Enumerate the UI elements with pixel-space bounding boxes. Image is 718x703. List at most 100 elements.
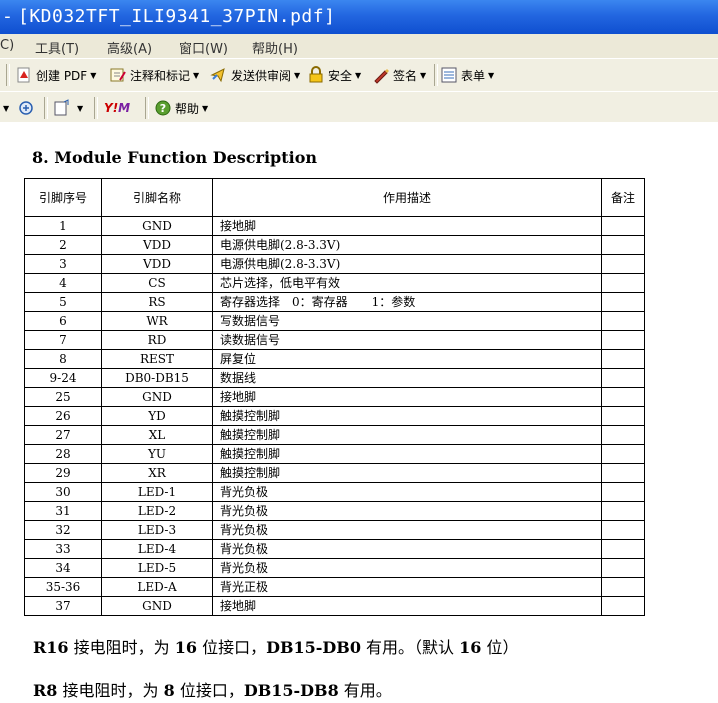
pin-remarks-cell (601, 235, 645, 255)
svg-text:?: ? (160, 102, 166, 115)
create-pdf-button[interactable]: 创建 PDF ▼ (15, 64, 96, 86)
security-label: 安全 (328, 68, 353, 83)
toolbar-separator (145, 97, 149, 119)
pin-name-cell: VDD (101, 254, 213, 274)
table-row: 29 XR 触摸控制脚 (24, 463, 645, 483)
table-row: 27 XL 触摸控制脚 (24, 425, 645, 445)
table-row: 28 YU 触摸控制脚 (24, 444, 645, 464)
forms-label: 表单 (461, 68, 486, 83)
pin-name-cell: VDD (101, 235, 213, 255)
pin-remarks-cell (601, 387, 645, 407)
note-text: 有用。（默认 (360, 638, 460, 657)
note-text: 接电阻时，为 (68, 638, 175, 657)
pin-number-cell: 31 (24, 501, 102, 521)
chevron-down-icon: ▼ (202, 103, 209, 113)
pin-name-cell: REST (101, 349, 213, 369)
menu-item-help[interactable]: 帮助(H) (252, 38, 298, 57)
pin-description-cell: 触摸控制脚 (212, 406, 602, 426)
pin-number-cell: 28 (24, 444, 102, 464)
pin-description-cell: 触摸控制脚 (212, 463, 602, 483)
header-remarks: 备注 (601, 178, 645, 217)
pin-remarks-cell (601, 406, 645, 426)
table-row: 31 LED-2 背光负极 (24, 501, 645, 521)
forms-button[interactable]: 表单 ▼ (440, 64, 494, 86)
pin-remarks-cell (601, 349, 645, 369)
yahoo-logo-icon: Y!M (104, 101, 131, 115)
note-16bit: R16 接电阻时，为 16 位接口，DB15-DB0 有用。（默认 16 位） (33, 634, 519, 658)
note-text: R16 (33, 638, 69, 657)
table-row: 6 WR 写数据信号 (24, 311, 645, 331)
chevron-down-icon: ▼ (193, 70, 200, 80)
pin-description-cell: 触摸控制脚 (212, 444, 602, 464)
pin-remarks-cell (601, 311, 645, 331)
note-text: 位接口， (197, 638, 267, 657)
send-review-icon (210, 66, 228, 84)
pin-name-cell: GND (101, 216, 213, 236)
pin-description-cell: 数据线 (212, 368, 602, 388)
document-page[interactable]: 8. Module Function Description 引脚序号 引脚名称… (0, 122, 718, 703)
pin-number-cell: 26 (24, 406, 102, 426)
toolbar-grip[interactable] (6, 64, 10, 86)
table-row: 34 LED-5 背光负极 (24, 558, 645, 578)
pin-description-cell: 电源供电脚(2.8-3.3V) (212, 254, 602, 274)
pin-number-cell: 1 (24, 216, 102, 236)
menu-item-advanced[interactable]: 高级(A) (107, 38, 152, 57)
table-row: 35-36 LED-A 背光正极 (24, 577, 645, 597)
pin-remarks-cell (601, 520, 645, 540)
chevron-down-icon: ▼ (420, 70, 427, 80)
pin-name-cell: YU (101, 444, 213, 464)
note-text: 16 (459, 638, 482, 657)
help-label: 帮助 (175, 101, 200, 116)
pin-remarks-cell (601, 463, 645, 483)
window-title: [KD032TFT_ILI9341_37PIN.pdf] (18, 6, 336, 27)
menu-item-window[interactable]: 窗口(W) (179, 38, 228, 57)
menu-item-tools[interactable]: 工具(T) (35, 38, 79, 57)
pin-name-cell: RS (101, 292, 213, 312)
pin-name-cell: GND (101, 596, 213, 616)
page-layout-button[interactable]: ▼ (53, 97, 83, 119)
pin-description-cell: 背光正极 (212, 577, 602, 597)
sign-label: 签名 (393, 68, 418, 83)
pin-remarks-cell (601, 216, 645, 236)
help-button[interactable]: ? 帮助 ▼ (154, 97, 208, 119)
pin-number-cell: 25 (24, 387, 102, 407)
menu-bar: C) 工具(T) 高级(A) 窗口(W) 帮助(H) (0, 34, 718, 58)
chevron-down-icon: ▼ (90, 70, 97, 80)
pin-remarks-cell (601, 577, 645, 597)
pin-description-cell: 接地脚 (212, 596, 602, 616)
pin-description-cell: 接地脚 (212, 216, 602, 236)
pin-number-cell: 5 (24, 292, 102, 312)
note-8bit: R8 接电阻时，为 8 位接口，DB15-DB8 有用。 (33, 677, 392, 701)
table-row: 25 GND 接地脚 (24, 387, 645, 407)
pin-remarks-cell (601, 596, 645, 616)
pin-description-cell: 背光负极 (212, 520, 602, 540)
pin-number-cell: 8 (24, 349, 102, 369)
pin-number-cell: 27 (24, 425, 102, 445)
chevron-down-icon: ▼ (488, 70, 495, 80)
pin-name-cell: LED-5 (101, 558, 213, 578)
pin-number-cell: 29 (24, 463, 102, 483)
pin-name-cell: RD (101, 330, 213, 350)
page-layout-icon (53, 99, 71, 117)
chevron-down-icon: ▼ (355, 70, 362, 80)
table-row: 30 LED-1 背光负极 (24, 482, 645, 502)
yahoo-toolbar-button[interactable]: Y!M (104, 97, 130, 119)
security-button[interactable]: 安全 ▼ (307, 64, 361, 86)
pin-number-cell: 6 (24, 311, 102, 331)
table-row: 33 LED-4 背光负极 (24, 539, 645, 559)
table-row: 26 YD 触摸控制脚 (24, 406, 645, 426)
toolbar-separator (44, 97, 48, 119)
overflow-arrow[interactable]: ▼ (0, 97, 9, 119)
pin-name-cell: LED-4 (101, 539, 213, 559)
pin-description-cell: 背光负极 (212, 482, 602, 502)
pin-name-cell: CS (101, 273, 213, 293)
pin-number-cell: 33 (24, 539, 102, 559)
note-text: 8 (163, 681, 175, 700)
window-titlebar[interactable]: - [KD032TFT_ILI9341_37PIN.pdf] (0, 0, 718, 34)
sign-button[interactable]: 签名 ▼ (372, 64, 426, 86)
note-text: DB15-DB8 (243, 681, 339, 700)
zoom-in-button[interactable] (17, 97, 38, 119)
send-review-button[interactable]: 发送供审阅 ▼ (210, 64, 300, 86)
menu-item-edit-partial[interactable]: C) (0, 38, 14, 53)
comment-markup-button[interactable]: 注释和标记 ▼ (109, 64, 199, 86)
